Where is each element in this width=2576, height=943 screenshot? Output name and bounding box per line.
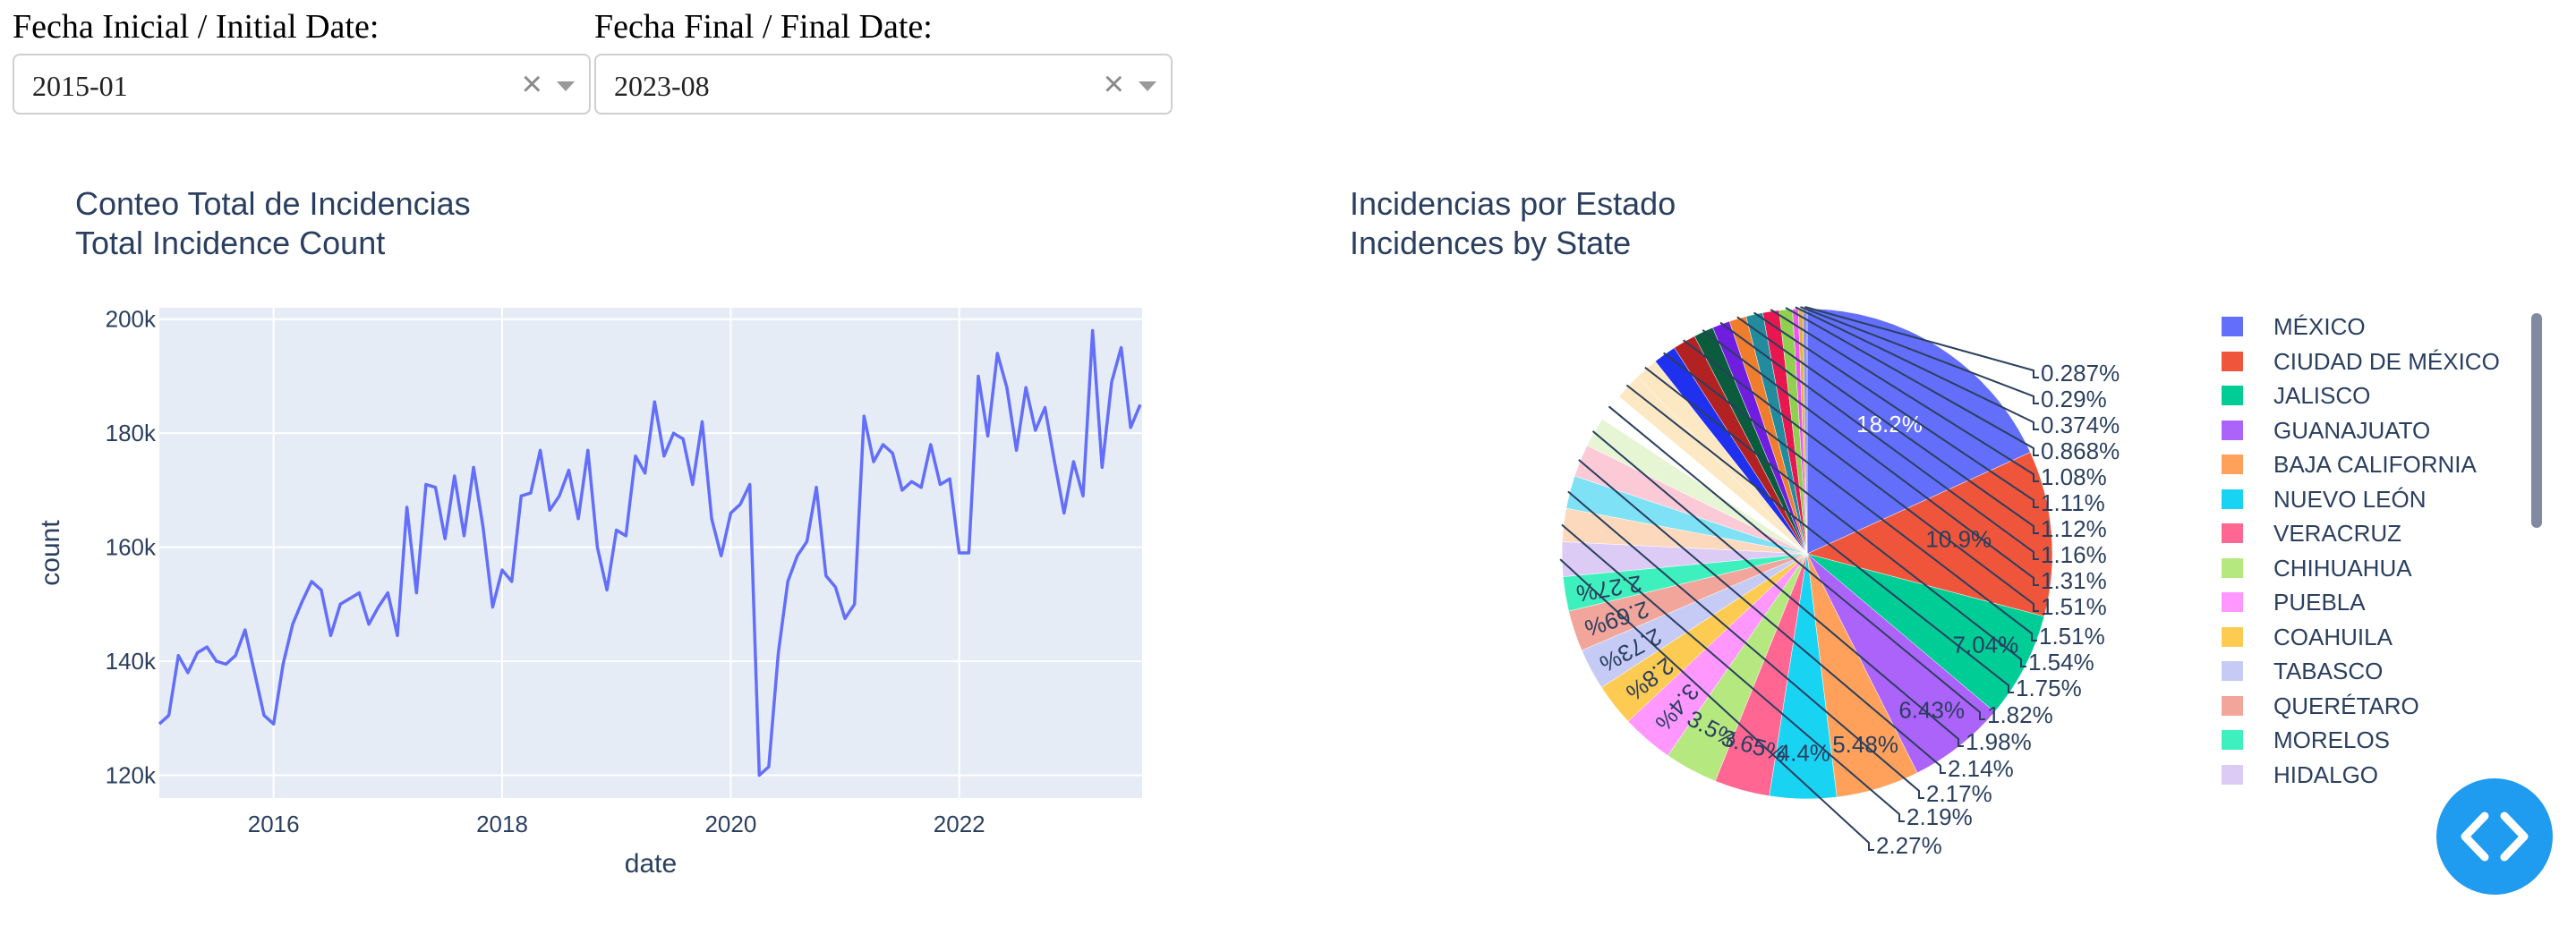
- legend-swatch: [2222, 386, 2243, 405]
- legend-swatch: [2222, 488, 2243, 509]
- pie-slice-label: 2.19%: [1906, 803, 1973, 830]
- pie-slice-label: 6.43%: [1898, 696, 1965, 723]
- pie-slice-label: 0.29%: [2041, 386, 2107, 412]
- legend-swatch: [2222, 695, 2243, 716]
- legend-label: QUERÉTARO: [2273, 692, 2419, 719]
- pie-slice-label: 0.374%: [2041, 412, 2120, 438]
- legend-label: MÉXICO: [2273, 313, 2366, 340]
- pie-slice-label: 7.04%: [1953, 631, 2019, 658]
- pie-slice-label: 1.08%: [2041, 463, 2107, 490]
- legend-label: CIUDAD DE MÉXICO: [2273, 347, 2500, 375]
- legend-swatch: [2222, 317, 2243, 336]
- legend-swatch: [2222, 661, 2243, 681]
- legend-label: VERACRUZ: [2273, 520, 2402, 547]
- pie-slice-label: 1.11%: [2041, 489, 2105, 516]
- legend-swatch: [2222, 730, 2243, 750]
- legend-swatch: [2222, 764, 2243, 785]
- legend-label: MORELOS: [2273, 726, 2391, 753]
- legend-swatch: [2222, 626, 2243, 647]
- pie-slice-label: 2.14%: [1948, 755, 2014, 782]
- legend-label: GUANAJUATO: [2273, 416, 2431, 444]
- legend-label: JALISCO: [2273, 382, 2371, 409]
- legend-label: HIDALGO: [2273, 760, 2379, 788]
- legend-label: COAHUILA: [2273, 623, 2393, 650]
- pie-slice-label: 1.82%: [1987, 701, 2053, 728]
- legend-swatch: [2222, 351, 2243, 371]
- legend-label: TABASCO: [2273, 658, 2384, 684]
- legend-swatch: [2222, 420, 2243, 440]
- legend-label: NUEVO LEÓN: [2273, 485, 2427, 513]
- pie-chart[interactable]: 18.2%10.9%7.04%6.43%5.48%4.4%3.65%3.5%3.…: [0, 0, 2202, 943]
- legend-swatch: [2222, 557, 2243, 578]
- pie-slice-label: 0.868%: [2041, 438, 2120, 464]
- legend-scrollbar[interactable]: [2531, 313, 2542, 528]
- pie-slice-label: 2.27%: [1876, 832, 1942, 859]
- pie-slice-label: 1.98%: [1966, 728, 2032, 755]
- pie-slice-label: 1.51%: [2041, 593, 2107, 620]
- pie-slice-label: 1.12%: [2041, 515, 2107, 542]
- legend-swatch: [2222, 523, 2243, 543]
- pie-slice-label: 0.287%: [2041, 360, 2120, 387]
- pie-slice-label: 1.16%: [2041, 541, 2107, 568]
- legend-swatch: [2222, 455, 2243, 474]
- pie-slice-label: 1.54%: [2028, 649, 2094, 675]
- legend-swatch: [2222, 592, 2243, 612]
- pie-slice-label: 2.17%: [1926, 780, 1992, 807]
- legend-label: BAJA CALIFORNIA: [2273, 451, 2477, 478]
- code-toggle-button[interactable]: [2436, 778, 2553, 895]
- legend-label: PUEBLA: [2273, 589, 2366, 616]
- pie-slice-label: 1.75%: [2016, 675, 2082, 701]
- pie-slice-label: 1.31%: [2041, 567, 2107, 594]
- code-icon: [2461, 811, 2529, 862]
- legend-label: CHIHUAHUA: [2273, 554, 2412, 582]
- pie-slice-label: 1.51%: [2039, 623, 2105, 650]
